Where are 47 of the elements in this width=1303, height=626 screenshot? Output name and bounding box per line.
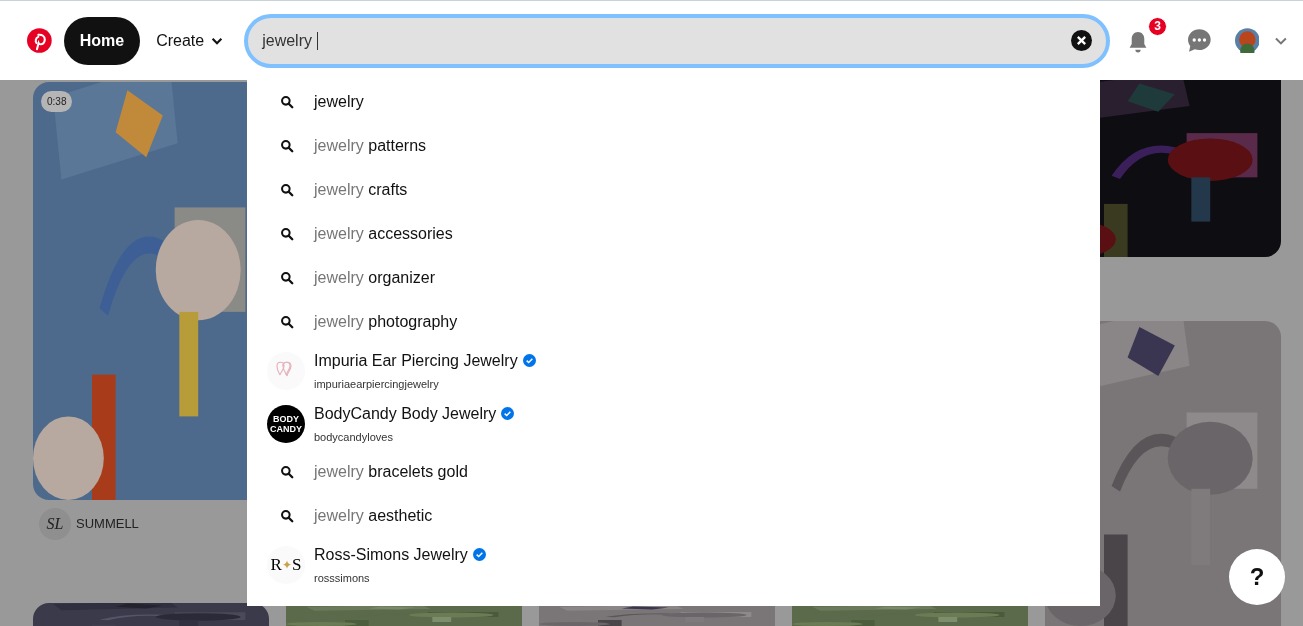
chat-icon[interactable] <box>1186 28 1212 53</box>
notification-badge: 3 <box>1148 16 1168 36</box>
suggestion-text: jewelry photography <box>314 312 458 332</box>
account-item[interactable]: R✦S Ross-Simons Jewelry rosssimons <box>247 538 1100 591</box>
suggestion-item[interactable]: jewelry photography <box>247 300 1100 344</box>
search-field[interactable]: jewelry <box>244 13 1111 68</box>
suggestion-item[interactable]: jewelry organizer <box>247 256 1100 300</box>
account-item[interactable]: BODY CANDY BodyCandy Body Jewelry bodycandyloves <box>247 397 1100 450</box>
account-item[interactable]: Impuria Ear Piercing Jewelry impuriaearpiercingjewelry <box>247 344 1100 397</box>
search-icon <box>280 509 294 523</box>
suggestion-text: jewelry aesthetic <box>314 506 433 526</box>
suggestion-item[interactable]: jewelry patterns <box>247 124 1100 168</box>
suggestion-text: jewelry accessories <box>314 224 453 244</box>
bell-icon[interactable] <box>1128 30 1149 53</box>
suggestion-text: jewelry <box>314 92 364 112</box>
account-handle: rosssimons <box>314 570 371 586</box>
account-logo: R✦S <box>267 545 305 584</box>
creator-avatar[interactable]: SL <box>39 508 71 540</box>
account-handle: impuriaearpiercingjewelry <box>314 376 440 392</box>
account-name: Ross-Simons Jewelry <box>314 544 468 565</box>
search-icon <box>280 271 294 285</box>
suggestion-item[interactable]: jewelry aesthetic <box>247 494 1100 538</box>
search-icon <box>280 183 294 197</box>
suggestion-item[interactable]: jewelry accessories <box>247 212 1100 256</box>
avatar-icon[interactable] <box>1234 28 1260 53</box>
suggestion-text: jewelry crafts <box>314 180 408 200</box>
search-icon <box>280 95 294 109</box>
suggestion-text: jewelry bracelets gold <box>314 462 468 482</box>
suggestion-item[interactable]: jewelry bracelets gold <box>247 450 1100 494</box>
clear-icon[interactable] <box>1071 30 1093 51</box>
search-icon <box>280 465 294 479</box>
suggestion-text: jewelry organizer <box>314 268 435 288</box>
account-name: BodyCandy Body Jewelry <box>314 403 497 424</box>
search-icon <box>280 315 294 329</box>
search-value: jewelry <box>262 30 312 51</box>
home-tab[interactable]: Home <box>63 16 141 65</box>
suggestion-item[interactable]: jewelry crafts <box>247 168 1100 212</box>
suggestion-text: jewelry patterns <box>314 136 427 156</box>
pinterest-logo-icon[interactable] <box>27 28 52 53</box>
account-name: Impuria Ear Piercing Jewelry <box>314 350 518 371</box>
account-handle: bodycandyloves <box>314 429 394 445</box>
creator-name[interactable]: SUMMELL <box>76 514 139 534</box>
search-icon <box>280 227 294 241</box>
create-menu[interactable]: Create <box>144 16 237 65</box>
search-icon <box>280 139 294 153</box>
account-logo: BODY CANDY <box>267 404 305 443</box>
suggestion-item[interactable]: jewelry <box>247 80 1100 124</box>
